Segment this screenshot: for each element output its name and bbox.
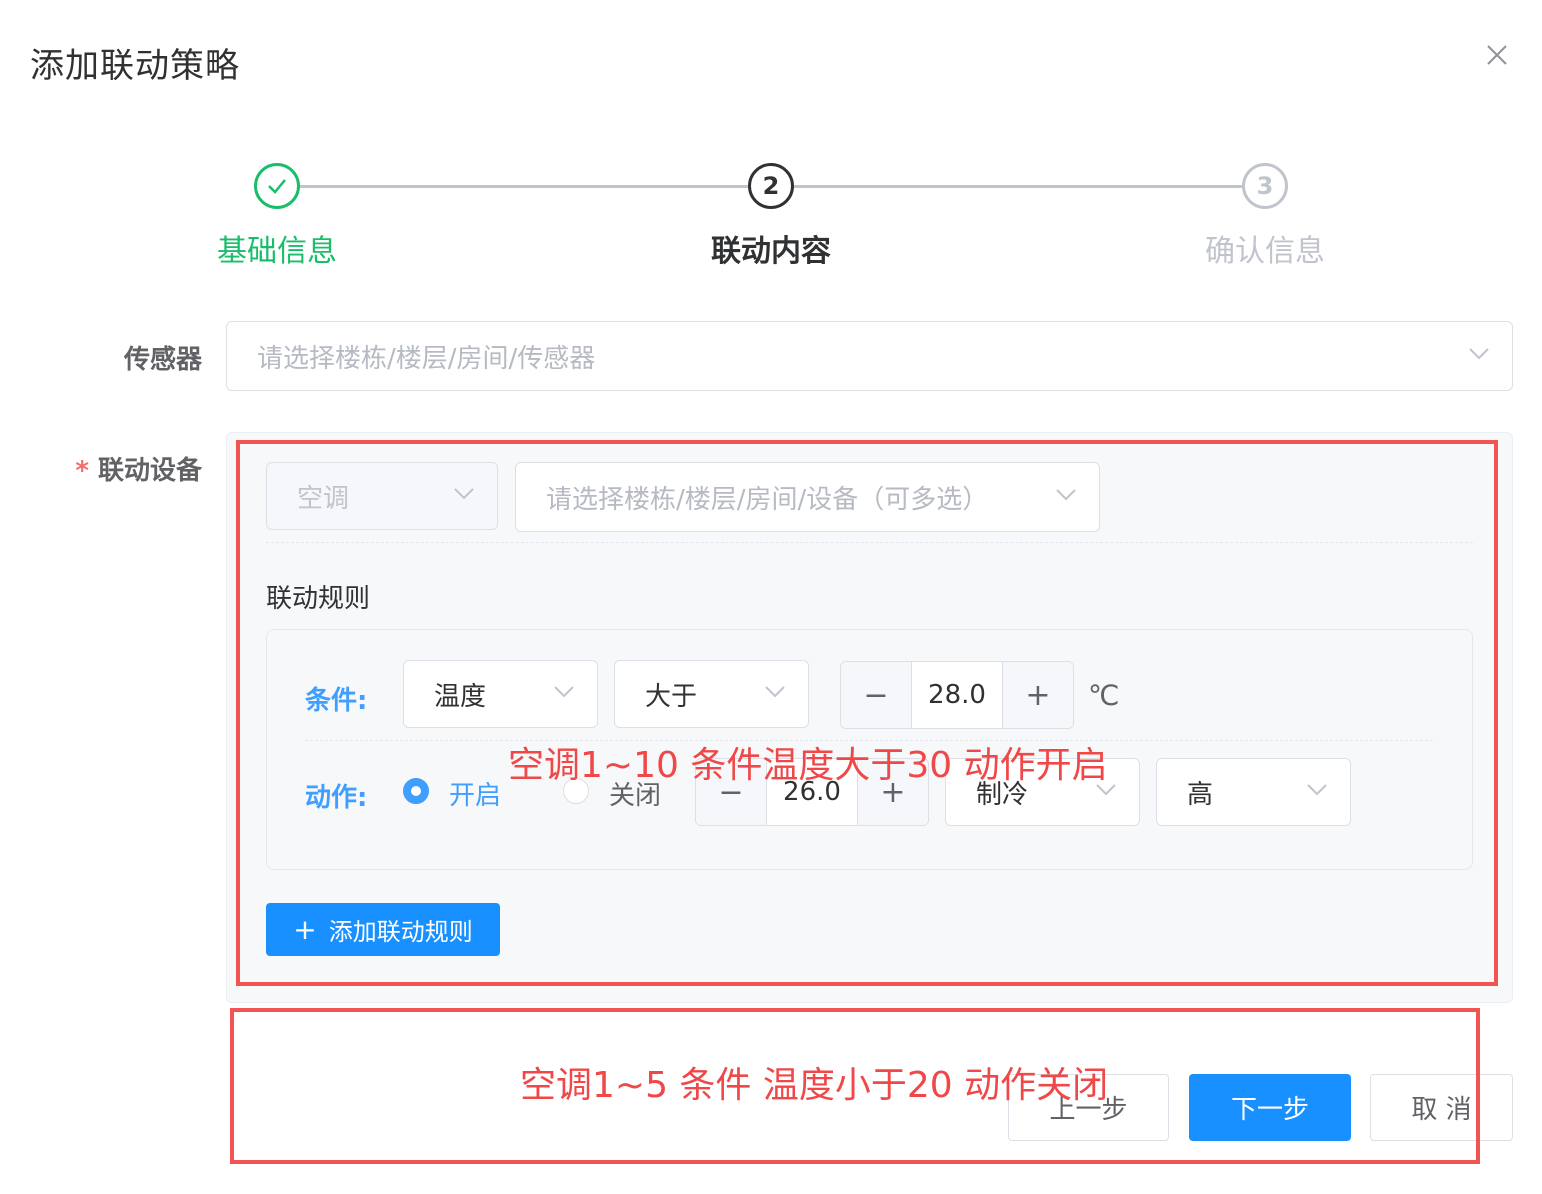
step-3-circle: 3 [1242, 163, 1288, 209]
sensor-select[interactable]: 请选择楼栋/楼层/房间/传感器 [226, 321, 1513, 391]
annotation-box-1 [236, 440, 1498, 986]
device-label: * 联动设备 [60, 450, 202, 487]
step-3-label: 确认信息 [1205, 234, 1325, 269]
step-2-circle: 2 [748, 163, 794, 209]
step-line-2 [794, 185, 1242, 188]
annotation-text-1: 空调1~10 条件温度大于30 动作开启 [508, 745, 1108, 786]
required-mark: * [75, 456, 89, 486]
close-icon[interactable] [1480, 38, 1514, 72]
annotation-text-2: 空调1~5 条件 温度小于20 动作关闭 [520, 1065, 1109, 1106]
sensor-label: 传感器 [123, 345, 202, 375]
step-1-label: 基础信息 [217, 234, 337, 269]
step-2-label: 联动内容 [711, 234, 831, 269]
step-1-check-icon [254, 163, 300, 209]
dialog-title: 添加联动策略 [30, 46, 240, 86]
device-label-text: 联动设备 [97, 456, 202, 486]
sensor-placeholder: 请选择楼栋/楼层/房间/传感器 [257, 343, 596, 374]
chevron-down-icon [1469, 348, 1489, 360]
step-line-1 [300, 185, 748, 188]
